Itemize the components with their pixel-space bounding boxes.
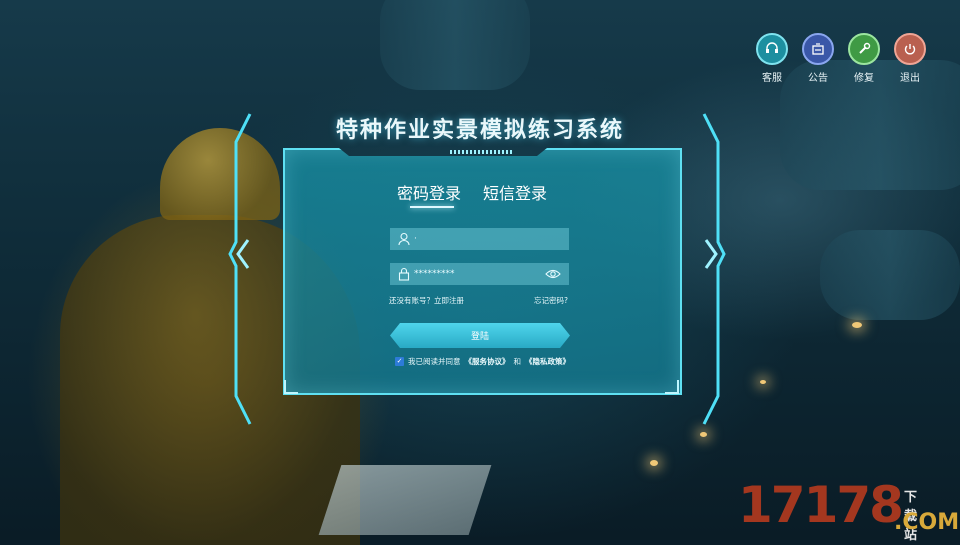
privacy-policy-link[interactable]: 《隐私政策》 xyxy=(525,356,570,367)
user-icon xyxy=(398,232,410,246)
agreement-row: ✓ 我已阅读并同意 《服务协议》和《隐私政策》 xyxy=(395,356,570,367)
customer-service-button[interactable]: 客服 xyxy=(756,33,788,84)
password-field[interactable] xyxy=(390,263,569,285)
watermark-com: .COM xyxy=(894,510,960,535)
notice-button[interactable]: 公告 xyxy=(802,33,834,84)
tab-password-login[interactable]: 密码登录 xyxy=(397,180,461,204)
notice-icon xyxy=(802,33,834,65)
panel-decoration xyxy=(450,150,514,154)
background-light xyxy=(852,322,862,328)
repair-button[interactable]: 修复 xyxy=(848,33,880,84)
eye-icon[interactable] xyxy=(545,267,561,281)
username-field[interactable] xyxy=(390,228,569,250)
background-pipe xyxy=(820,230,960,320)
left-bracket-decoration xyxy=(228,113,252,425)
active-tab-indicator xyxy=(410,206,454,208)
background-light xyxy=(700,432,707,437)
exit-label: 退出 xyxy=(900,73,920,84)
customer-service-label: 客服 xyxy=(762,73,782,84)
repair-label: 修复 xyxy=(854,73,874,84)
background-pipe xyxy=(380,0,530,90)
service-agreement-link[interactable]: 《服务协议》 xyxy=(465,356,510,367)
agreement-text: 我已阅读并同意 xyxy=(408,357,461,366)
agreement-and: 和 xyxy=(513,357,522,366)
wrench-icon xyxy=(848,33,880,65)
top-toolbar: 客服 公告 修复 退出 xyxy=(756,33,926,84)
panel-corner xyxy=(284,380,298,394)
worker-blueprint xyxy=(318,465,492,535)
right-bracket-decoration xyxy=(702,113,726,425)
forgot-password-link[interactable]: 忘记密码? xyxy=(534,295,568,306)
notice-label: 公告 xyxy=(808,73,828,84)
login-button[interactable]: 登陆 xyxy=(390,323,570,348)
password-input[interactable] xyxy=(414,266,534,282)
headset-icon xyxy=(756,33,788,65)
watermark-number: 17178 xyxy=(738,476,904,534)
agree-checkbox[interactable]: ✓ xyxy=(395,357,404,366)
exit-button[interactable]: 退出 xyxy=(894,33,926,84)
login-tabs: 密码登录 短信登录 xyxy=(397,180,547,204)
lock-icon xyxy=(398,267,410,281)
site-watermark: 17178 下载站 .COM xyxy=(738,476,959,543)
background-light xyxy=(760,380,766,384)
tab-sms-login[interactable]: 短信登录 xyxy=(483,180,547,204)
register-link[interactable]: 还没有账号？立即注册 xyxy=(389,295,464,306)
username-input[interactable] xyxy=(414,231,534,247)
page-title: 特种作业实景模拟练习系统 xyxy=(335,118,624,143)
power-icon xyxy=(894,33,926,65)
background-light xyxy=(650,460,658,466)
panel-corner xyxy=(665,380,679,394)
